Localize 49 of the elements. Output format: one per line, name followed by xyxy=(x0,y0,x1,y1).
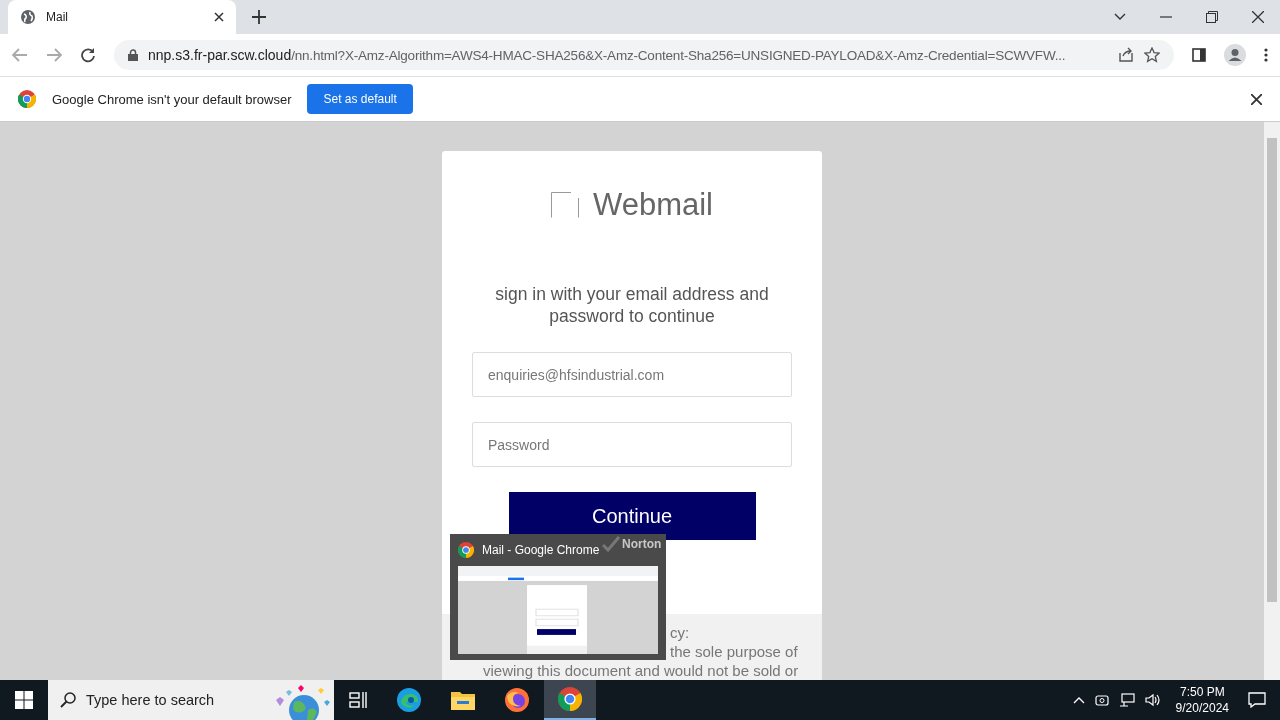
new-tab-icon[interactable] xyxy=(252,10,266,24)
reload-icon[interactable] xyxy=(80,47,96,63)
infobar-message: Google Chrome isn't your default browser xyxy=(52,91,292,107)
close-icon[interactable] xyxy=(1251,93,1262,105)
chevron-up-icon[interactable] xyxy=(1072,696,1085,704)
footer-text: the sole purpose of xyxy=(670,642,799,661)
set-default-button[interactable]: Set as default xyxy=(307,84,413,114)
footer-text: viewing this document and would not be sold or xyxy=(483,661,800,680)
chrome-logo-icon xyxy=(458,542,474,558)
chrome-logo-icon xyxy=(558,687,582,711)
email-field[interactable]: enquiries@hfsindustrial.com xyxy=(472,352,792,397)
lock-icon xyxy=(128,49,138,61)
footer-text: cy: xyxy=(670,623,691,642)
search-icon xyxy=(60,692,76,708)
notifications-icon[interactable] xyxy=(1248,692,1266,708)
star-icon[interactable] xyxy=(1144,47,1160,63)
clock-date: 9/20/2024 xyxy=(1175,700,1229,716)
address-bar[interactable]: nnp.s3.fr-par.scw.cloud/nn.html?X-Amz-Algorithm=AWS4-HMAC-SHA256&X-Amz-Content-Sha256=UNSIGNED-PAYLOAD&X-Amz-Credential=SCWVFW... xyxy=(114,40,1174,70)
chrome-logo-icon xyxy=(18,90,36,108)
preview-title: Mail - Google Chrome xyxy=(482,543,600,557)
edge-icon[interactable] xyxy=(397,688,421,712)
norton-text: Norton xyxy=(622,537,662,551)
network-icon[interactable] xyxy=(1118,693,1135,707)
sign-in-heading: sign in with your email address and password to continue xyxy=(494,283,770,327)
side-panel-icon[interactable] xyxy=(1192,48,1206,62)
webcam-icon[interactable] xyxy=(1094,693,1109,707)
task-view-icon[interactable] xyxy=(349,692,367,708)
share-icon[interactable] xyxy=(1118,47,1134,63)
volume-icon[interactable] xyxy=(1144,693,1161,707)
close-icon[interactable] xyxy=(1252,11,1264,23)
checkmark-icon xyxy=(602,536,620,552)
clock-time: 7:50 PM xyxy=(1179,684,1225,700)
firefox-icon[interactable] xyxy=(505,688,529,712)
chrome-taskbar-button[interactable] xyxy=(544,680,596,720)
folder-icon[interactable] xyxy=(451,690,475,710)
password-field[interactable]: Password xyxy=(472,422,792,467)
logo-text: Webmail xyxy=(593,187,713,223)
globe-icon xyxy=(20,9,36,25)
chevron-down-icon[interactable] xyxy=(1114,13,1126,21)
taskbar-search-field[interactable]: Type here to search xyxy=(48,680,334,720)
tab-title: Mail xyxy=(46,10,69,24)
continue-button[interactable]: Continue xyxy=(508,492,756,540)
menu-icon[interactable] xyxy=(1264,48,1268,62)
broken-image-icon xyxy=(551,192,579,218)
restore-icon[interactable] xyxy=(1206,11,1218,23)
browser-tab[interactable]: Mail xyxy=(8,0,236,34)
windows-start-icon[interactable] xyxy=(15,691,33,709)
close-icon[interactable] xyxy=(214,12,224,22)
profile-icon[interactable] xyxy=(1224,44,1246,66)
